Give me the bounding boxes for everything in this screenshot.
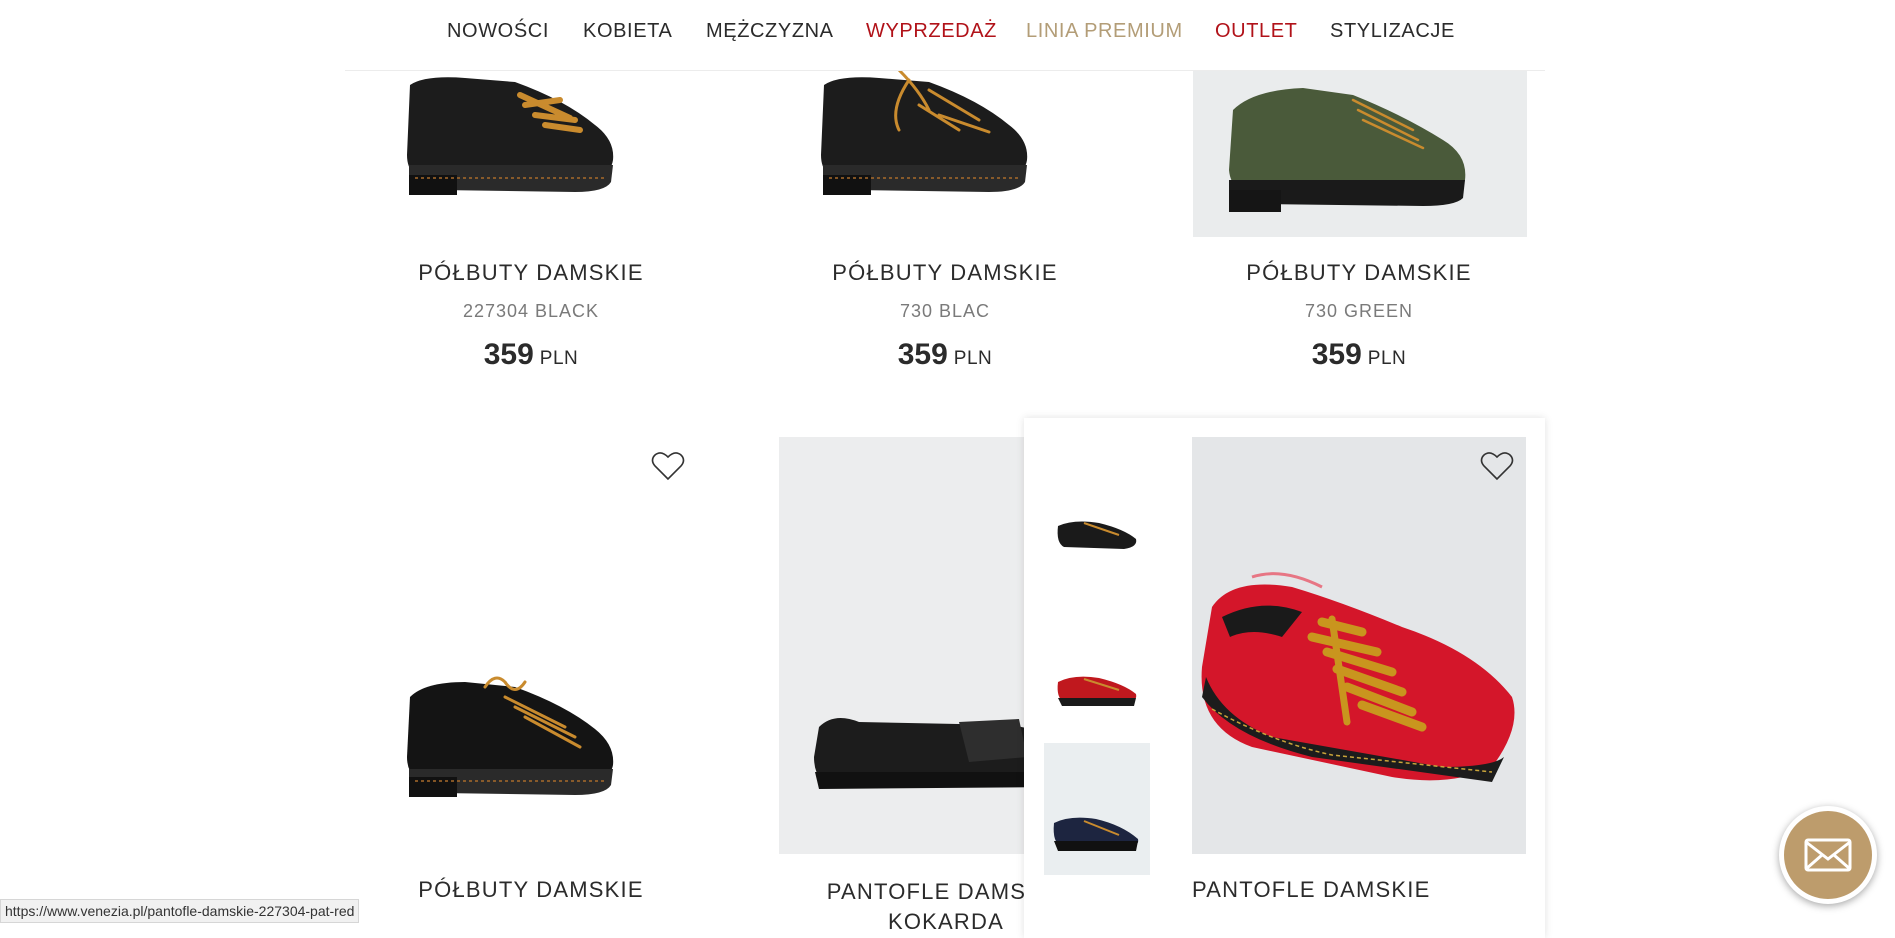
product-code: 730 GREEN: [1304, 301, 1414, 321]
price-currency: PLN: [539, 348, 579, 369]
thumbnail-black[interactable]: [1044, 471, 1150, 603]
nav-item-wyprzedaz[interactable]: WYPRZEDAŻ: [866, 20, 997, 43]
thumbnail-red[interactable]: [1044, 624, 1150, 756]
product-card[interactable]: PÓŁBUTY DAMSKIE 730 BLAC 359 PLN: [779, 70, 1111, 390]
product-price: 359 PLN: [365, 338, 697, 372]
product-image[interactable]: [1192, 437, 1526, 854]
nav-item-kobieta[interactable]: KOBIETA: [583, 20, 672, 43]
product-price: 359 PLN: [779, 338, 1111, 372]
price-amount: 359: [483, 338, 534, 371]
thumbnail-navy[interactable]: [1044, 743, 1150, 875]
product-image[interactable]: [365, 437, 697, 854]
price-currency: PLN: [1367, 348, 1407, 369]
nav-item-stylizacje[interactable]: STYLIZACJE: [1330, 20, 1455, 43]
main-navigation: NOWOŚCI KOBIETA MĘŻCZYZNA WYPRZEDAŻ LINI…: [345, 0, 1545, 71]
envelope-icon: [1804, 838, 1852, 872]
product-title[interactable]: PANTOFLE DAMSKIE: [1192, 877, 1526, 903]
contact-chat-button[interactable]: [1779, 806, 1877, 904]
product-image[interactable]: [1193, 70, 1527, 237]
favorite-heart-icon[interactable]: [1480, 450, 1514, 482]
browser-status-bar: https://www.venezia.pl/pantofle-damskie-…: [0, 899, 360, 923]
product-title[interactable]: PÓŁBUTY DAMSKIE: [365, 260, 697, 286]
product-card[interactable]: PÓŁBUTY DAMSKIE: [365, 437, 697, 923]
favorite-heart-icon[interactable]: [651, 450, 685, 482]
product-code: 730 BLAC: [899, 301, 991, 321]
price-amount: 359: [1311, 338, 1362, 371]
product-title[interactable]: PÓŁBUTY DAMSKIE: [365, 877, 697, 903]
product-card[interactable]: PÓŁBUTY DAMSKIE 227304 BLACK 359 PLN: [365, 70, 697, 390]
nav-item-outlet[interactable]: OUTLET: [1215, 20, 1298, 43]
product-title[interactable]: PÓŁBUTY DAMSKIE: [779, 260, 1111, 286]
nav-item-mezczyzna[interactable]: MĘŻCZYZNA: [706, 20, 834, 43]
price-amount: 359: [897, 338, 948, 371]
product-image[interactable]: [365, 70, 697, 200]
product-card[interactable]: PÓŁBUTY DAMSKIE 730 GREEN 359 PLN: [1193, 70, 1527, 390]
nav-item-nowosci[interactable]: NOWOŚCI: [447, 20, 549, 43]
product-title[interactable]: PÓŁBUTY DAMSKIE: [1193, 260, 1525, 286]
product-code: 227304 BLACK: [462, 301, 600, 321]
product-price: 359 PLN: [1193, 338, 1525, 372]
product-hover-panel[interactable]: PANTOFLE DAMSKIE: [1024, 418, 1545, 938]
price-currency: PLN: [953, 348, 993, 369]
nav-item-linia-premium[interactable]: LINIA PREMIUM: [1026, 20, 1183, 43]
product-image[interactable]: [779, 70, 1111, 200]
